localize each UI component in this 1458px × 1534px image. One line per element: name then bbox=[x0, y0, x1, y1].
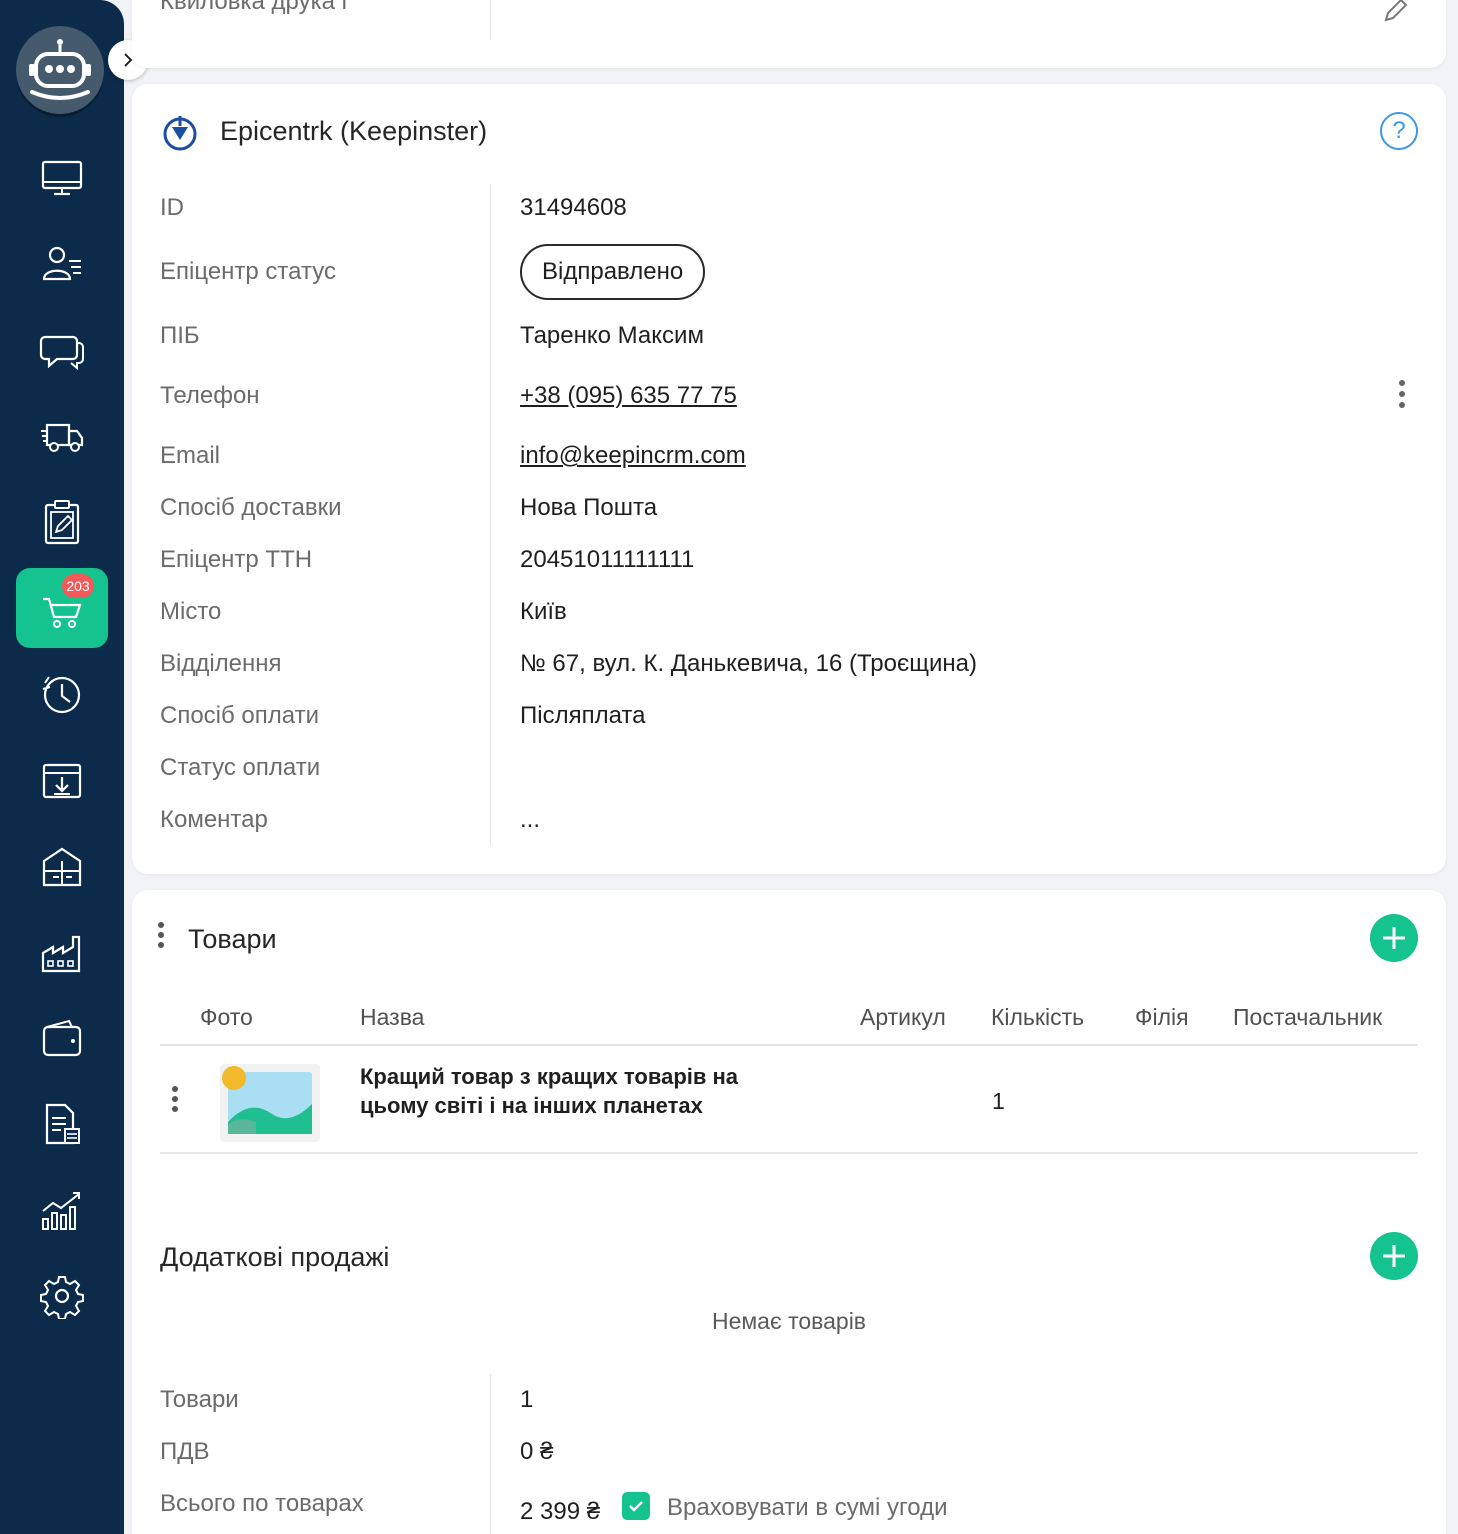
column-header-photo: Фото bbox=[200, 1004, 253, 1030]
help-icon[interactable]: ? bbox=[1380, 112, 1418, 150]
delivery-value: Нова Пошта bbox=[520, 494, 658, 521]
product-quantity: 1 bbox=[992, 1088, 1005, 1114]
sidebar-item-delivery[interactable] bbox=[16, 396, 108, 476]
summary-goods-value: 1 bbox=[520, 1386, 534, 1413]
plus-icon bbox=[1383, 1245, 1405, 1267]
delivery-truck-icon bbox=[41, 423, 84, 452]
email-link[interactable]: info@keepincrm.com bbox=[520, 442, 746, 470]
bot-avatar[interactable] bbox=[16, 26, 104, 114]
sidebar: 203 bbox=[0, 0, 148, 1534]
summary-total-label: Всього по товарах bbox=[160, 1490, 364, 1517]
phone-label: Телефон bbox=[160, 382, 260, 409]
table-header-divider bbox=[160, 1044, 1418, 1046]
column-header-sku: Артикул bbox=[860, 1004, 946, 1030]
epicentr-logo-icon bbox=[163, 116, 197, 151]
sidebar-item-tasks[interactable] bbox=[16, 482, 108, 562]
payment-status-label: Статус оплати bbox=[160, 754, 321, 781]
chat-icon bbox=[39, 335, 84, 371]
divider bbox=[490, 0, 491, 40]
sidebar-item-production[interactable] bbox=[16, 912, 108, 992]
id-value: 31494608 bbox=[520, 194, 627, 221]
sidebar-item-contacts[interactable] bbox=[16, 224, 108, 304]
include-in-deal-label: Враховувати в сумі угоди bbox=[667, 1494, 948, 1521]
include-in-deal-checkbox[interactable] bbox=[622, 1492, 650, 1520]
city-label: Місто bbox=[160, 598, 222, 625]
product-name[interactable]: Кращий товар з кращих товарів на цьому с… bbox=[360, 1062, 790, 1120]
summary-vat-label: ПДВ bbox=[160, 1438, 210, 1465]
sidebar-item-settings[interactable] bbox=[16, 1256, 108, 1336]
edit-pencil-icon[interactable] bbox=[1382, 0, 1410, 24]
payment-value: Післяплата bbox=[520, 702, 646, 729]
column-divider bbox=[490, 1374, 491, 1534]
column-header-supplier: Постачальник bbox=[1233, 1004, 1383, 1030]
sidebar-item-chat[interactable] bbox=[16, 310, 108, 390]
summary-goods-label: Товари bbox=[160, 1386, 239, 1413]
sidebar-item-analytics[interactable] bbox=[16, 1170, 108, 1250]
city-value: Київ bbox=[520, 598, 567, 625]
checkmark-icon bbox=[629, 1501, 643, 1512]
ttn-label: Епіцентр ТТН bbox=[160, 546, 313, 573]
card-title: Epicentrk (Keepinster) bbox=[220, 116, 488, 146]
clock-icon bbox=[42, 676, 81, 714]
status-badge[interactable]: Відправлено bbox=[520, 244, 706, 300]
settings-icon bbox=[40, 1276, 84, 1319]
add-goods-button[interactable] bbox=[1370, 914, 1418, 962]
sidebar-item-documents[interactable] bbox=[16, 1084, 108, 1164]
goods-card: Товари Фото Назва Артикул Кількість Філі… bbox=[132, 890, 1446, 1534]
robot-icon bbox=[29, 39, 91, 100]
id-label: ID bbox=[160, 194, 184, 221]
column-header-quantity: Кількість bbox=[991, 1004, 1085, 1030]
ttn-value: 20451011111111 bbox=[520, 546, 695, 573]
sidebar-item-cart[interactable]: 203 bbox=[16, 568, 108, 648]
goods-title: Товари bbox=[188, 924, 277, 954]
clipboard-icon bbox=[44, 500, 80, 545]
cut-off-field-label: Квиловка друка і bbox=[160, 0, 348, 15]
image-placeholder-icon bbox=[222, 1066, 312, 1134]
email-label: Email bbox=[160, 442, 221, 469]
cart-count-badge: 203 bbox=[62, 574, 94, 598]
plus-icon bbox=[1383, 927, 1405, 949]
analytics-icon bbox=[42, 1192, 80, 1230]
column-header-name: Назва bbox=[360, 1004, 425, 1030]
sidebar-item-finance[interactable] bbox=[16, 998, 108, 1078]
inbox-download-icon bbox=[42, 763, 82, 799]
wallet-icon bbox=[42, 1019, 82, 1057]
payment-label: Спосіб оплати bbox=[160, 702, 319, 729]
contacts-icon bbox=[42, 246, 81, 281]
document-icon bbox=[45, 1103, 80, 1145]
drag-handle-icon[interactable] bbox=[156, 922, 166, 950]
summary-total-value: 2 399 ₴ bbox=[520, 1498, 601, 1525]
column-divider bbox=[490, 184, 491, 846]
comment-value: ... bbox=[520, 806, 541, 833]
warehouse-icon bbox=[42, 847, 82, 887]
sidebar-item-import[interactable] bbox=[16, 740, 108, 820]
row-actions-icon[interactable] bbox=[170, 1086, 180, 1114]
previous-card: Квиловка друка і bbox=[132, 0, 1446, 68]
sidebar-item-history[interactable] bbox=[16, 654, 108, 734]
branch-label: Відділення bbox=[160, 650, 282, 677]
monitor-icon bbox=[41, 160, 83, 196]
phone-link[interactable]: +38 (095) 635 77 75 bbox=[520, 382, 737, 410]
extra-sales-title: Додаткові продажі bbox=[160, 1242, 390, 1272]
phone-more-icon[interactable] bbox=[1396, 380, 1408, 410]
product-thumbnail[interactable] bbox=[220, 1064, 320, 1142]
sidebar-item-warehouse[interactable] bbox=[16, 826, 108, 906]
column-header-branch: Філія bbox=[1135, 1004, 1189, 1030]
name-label: ПІБ bbox=[160, 322, 200, 349]
summary-vat-value: 0 ₴ bbox=[520, 1438, 554, 1465]
factory-icon bbox=[41, 935, 81, 973]
name-value: Таренко Максим bbox=[520, 322, 704, 349]
sidebar-item-monitor[interactable] bbox=[16, 138, 108, 218]
empty-extra-sales-text: Немає товарів bbox=[711, 1308, 867, 1334]
table-row-divider bbox=[160, 1152, 1418, 1154]
delivery-label: Спосіб доставки bbox=[160, 494, 342, 521]
branch-value: № 67, вул. К. Данькевича, 16 (Троєщина) bbox=[520, 650, 977, 677]
status-label: Епіцентр статус bbox=[160, 258, 336, 285]
comment-label: Коментар bbox=[160, 806, 268, 833]
epicentr-card: Epicentrk (Keepinster) ? ID 31494608 Епі… bbox=[132, 84, 1446, 874]
add-extra-sale-button[interactable] bbox=[1370, 1232, 1418, 1280]
